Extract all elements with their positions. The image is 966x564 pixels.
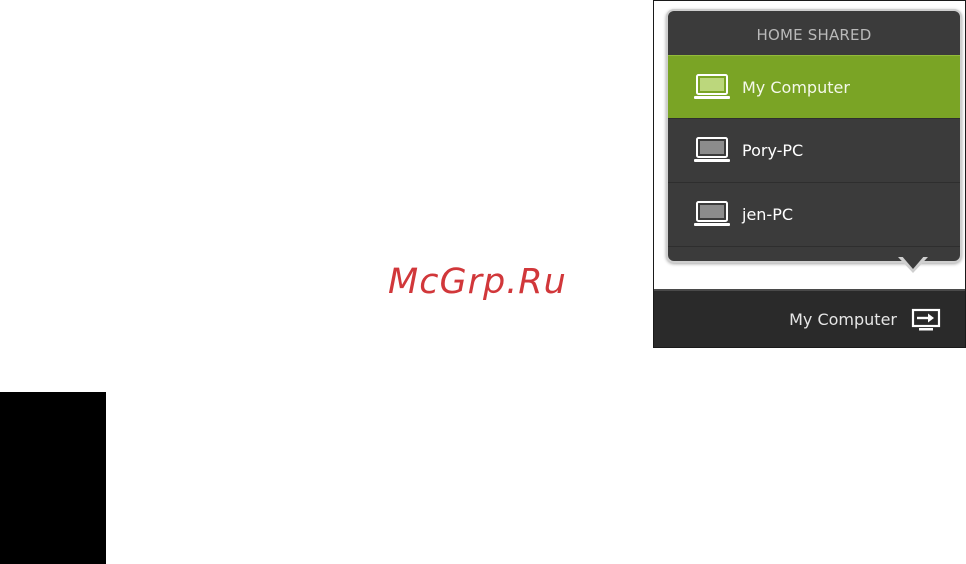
watermark-text: McGrp.Ru bbox=[388, 262, 567, 302]
source-bar[interactable]: My Computer bbox=[654, 289, 965, 347]
device-item-jen-pc[interactable]: jen-PC bbox=[668, 183, 960, 247]
page-edge-tab bbox=[0, 392, 106, 564]
laptop-icon bbox=[694, 201, 730, 226]
media-sharing-screenshot: HOME SHARED My Computer Pory-PC jen-PC M… bbox=[653, 0, 966, 348]
device-item-my-computer[interactable]: My Computer bbox=[668, 55, 960, 119]
popup-header: HOME SHARED bbox=[756, 26, 872, 44]
laptop-icon bbox=[694, 74, 730, 99]
device-label: jen-PC bbox=[742, 205, 794, 224]
current-source-label: My Computer bbox=[789, 310, 897, 329]
device-label: Pory-PC bbox=[742, 141, 804, 160]
device-item-pory-pc[interactable]: Pory-PC bbox=[668, 119, 960, 183]
device-label: My Computer bbox=[742, 78, 850, 97]
device-picker-popup: HOME SHARED My Computer Pory-PC jen-PC bbox=[666, 9, 962, 263]
laptop-icon bbox=[694, 137, 730, 162]
switch-source-icon[interactable] bbox=[911, 308, 941, 332]
popup-pointer-fill bbox=[901, 255, 925, 269]
